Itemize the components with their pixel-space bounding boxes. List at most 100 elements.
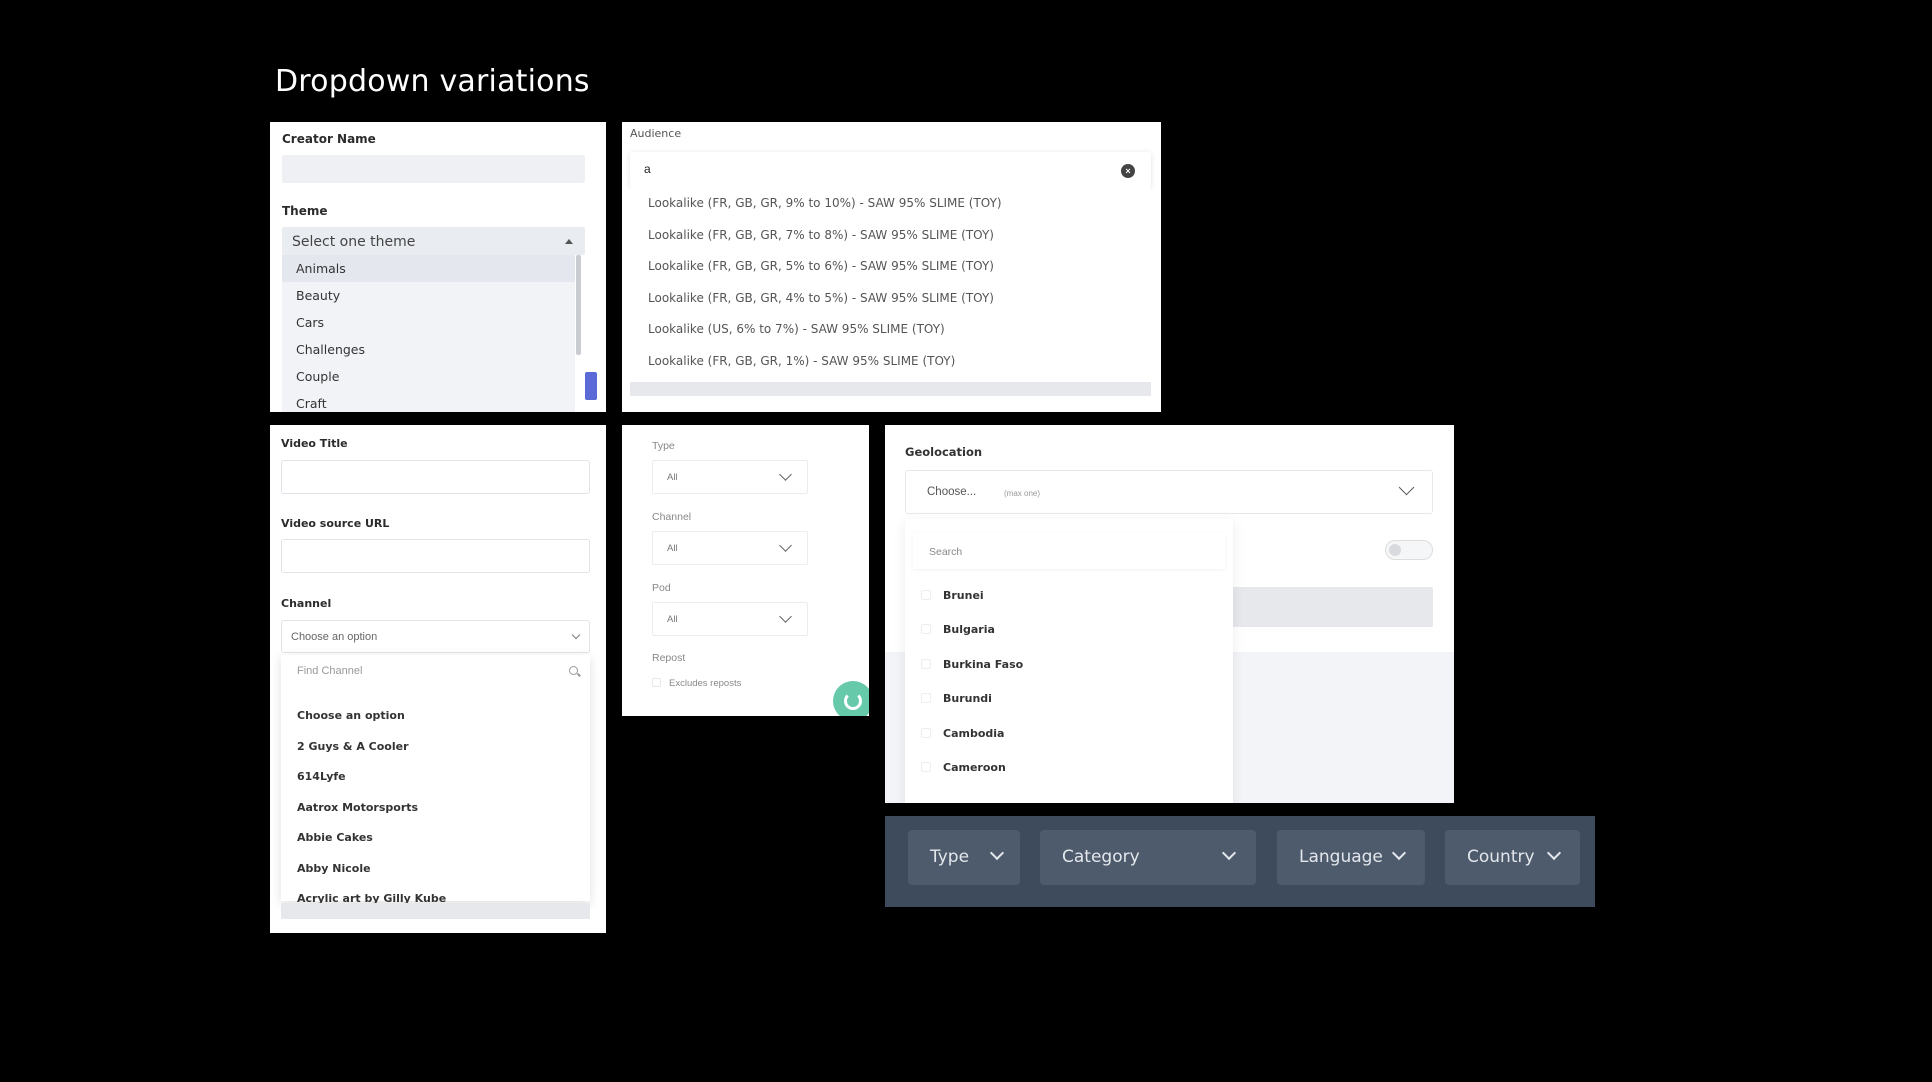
channel-option[interactable]: Choose an option (281, 701, 590, 732)
type-select[interactable]: All (652, 460, 808, 494)
type-dropdown-label: Type (930, 847, 970, 867)
country-dropdown-label: Country (1467, 847, 1535, 867)
type-label: Type (652, 440, 675, 452)
video-source-label: Video source URL (281, 517, 390, 530)
chevron-down-icon (1391, 845, 1407, 861)
chevron-down-icon (1546, 845, 1562, 861)
geolocation-panel: Geolocation Choose... (max one) Search B… (885, 425, 1454, 803)
geolocation-label: Geolocation (905, 445, 983, 459)
channel-label: Channel (281, 597, 332, 610)
checkbox[interactable] (921, 728, 931, 738)
audience-search-value: a (644, 162, 651, 176)
theme-select[interactable]: Select one theme (282, 227, 585, 255)
theme-option[interactable]: Craft (282, 390, 575, 412)
help-bubble-glyph (844, 692, 862, 710)
type-value: All (667, 472, 678, 483)
audience-label: Audience (630, 127, 682, 140)
country-dropdown[interactable]: Country (1445, 830, 1580, 885)
pod-label: Pod (652, 582, 671, 594)
side-handle[interactable] (585, 372, 597, 400)
scrollbar-thumb[interactable] (576, 255, 581, 355)
theme-option[interactable]: Animals (282, 255, 575, 282)
repost-option-label: Excludes reposts (669, 678, 742, 689)
channel-select[interactable]: Choose an option (281, 620, 590, 653)
channel-option[interactable]: Aatrox Motorsports (281, 793, 590, 824)
toggle-switch[interactable] (1385, 540, 1433, 560)
checkbox[interactable] (921, 590, 931, 600)
theme-option[interactable]: Cars (282, 309, 575, 336)
country-option-label: Brunei (943, 589, 984, 602)
channel-option[interactable]: Abby Nicole (281, 854, 590, 885)
language-dropdown-label: Language (1299, 847, 1383, 867)
geolocation-select[interactable]: Choose... (max one) (905, 470, 1433, 514)
audience-option[interactable]: Lookalike (FR, GB, GR, 1%) - SAW 95% SLI… (630, 346, 1151, 378)
background-field (1225, 587, 1433, 627)
pod-value: All (667, 614, 678, 625)
video-panel: Video Title Video source URL Channel Cho… (270, 425, 606, 933)
video-source-input[interactable] (281, 539, 590, 573)
country-search-input[interactable]: Search (913, 533, 1225, 569)
search-icon (569, 666, 578, 675)
channel-option[interactable]: 2 Guys & A Cooler (281, 732, 590, 763)
country-option-label: Cameroon (943, 761, 1006, 774)
theme-label: Theme (282, 204, 328, 218)
country-option-label: Cambodia (943, 727, 1005, 740)
theme-option[interactable]: Beauty (282, 282, 575, 309)
chevron-down-icon (989, 845, 1005, 861)
channel-filter-label: Channel (652, 511, 692, 523)
checkbox[interactable] (921, 624, 931, 634)
caret-up-icon (565, 239, 573, 244)
geolocation-hint: (max one) (1004, 489, 1041, 498)
find-channel-input[interactable]: Find Channel (297, 665, 362, 677)
theme-options-list: Animals Beauty Cars Challenges Couple Cr… (282, 255, 575, 412)
chevron-down-icon (779, 610, 792, 623)
country-option-label: Bulgaria (943, 623, 995, 636)
video-title-label: Video Title (281, 437, 348, 450)
filter-panel: Type All Channel All Pod All Repost Excl… (622, 425, 869, 716)
channel-filter-select[interactable]: All (652, 531, 808, 565)
channel-filter-value: All (667, 543, 678, 554)
checkbox[interactable] (921, 762, 931, 772)
chevron-down-icon (571, 630, 581, 640)
checkbox[interactable] (921, 659, 931, 669)
type-dropdown[interactable]: Type (908, 830, 1020, 885)
audience-option[interactable]: Lookalike (FR, GB, GR, 4% to 5%) - SAW 9… (630, 283, 1151, 315)
category-dropdown[interactable]: Category (1040, 830, 1256, 885)
chevron-down-icon (1398, 479, 1415, 496)
theme-select-placeholder: Select one theme (292, 234, 416, 250)
audience-search-input[interactable]: a × (630, 152, 1151, 188)
audience-option[interactable]: Lookalike (FR, GB, GR, 5% to 6%) - SAW 9… (630, 251, 1151, 283)
pod-select[interactable]: All (652, 602, 808, 636)
repost-label: Repost (652, 652, 686, 664)
audience-panel: Audience a × Lookalike (FR, GB, GR, 9% t… (622, 122, 1161, 412)
video-title-input[interactable] (281, 460, 590, 494)
clear-icon[interactable]: × (1121, 164, 1135, 178)
audience-option[interactable]: Lookalike (FR, GB, GR, 9% to 10%) - SAW … (630, 188, 1151, 220)
chevron-down-icon (779, 539, 792, 552)
page-title: Dropdown variations (275, 64, 590, 99)
theme-option[interactable]: Challenges (282, 336, 575, 363)
audience-option[interactable]: Lookalike (FR, GB, GR, 7% to 8%) - SAW 9… (630, 220, 1151, 252)
country-option-label: Burkina Faso (943, 658, 1024, 671)
geolocation-placeholder: Choose... (927, 486, 977, 498)
creator-name-input[interactable] (282, 155, 585, 183)
dark-filter-bar: Type Category Language Country (885, 816, 1595, 907)
country-option-label: Burundi (943, 692, 992, 705)
audience-options-list: Lookalike (FR, GB, GR, 9% to 10%) - SAW … (630, 188, 1151, 396)
field-below (281, 903, 590, 919)
creator-theme-panel: Creator Name Theme Select one theme Anim… (270, 122, 606, 412)
checkbox[interactable] (921, 693, 931, 703)
language-dropdown[interactable]: Language (1277, 830, 1425, 885)
theme-option[interactable]: Couple (282, 363, 575, 390)
channel-select-placeholder: Choose an option (291, 631, 378, 643)
repost-checkbox[interactable] (652, 678, 661, 687)
chevron-down-icon (779, 468, 792, 481)
channel-option[interactable]: 614Lyfe (281, 762, 590, 793)
channel-option[interactable]: Abbie Cakes (281, 823, 590, 854)
creator-name-label: Creator Name (282, 132, 376, 146)
list-footer (630, 382, 1151, 396)
audience-option[interactable]: Lookalike (US, 6% to 7%) - SAW 95% SLIME… (630, 314, 1151, 346)
channel-dropdown: Find Channel Choose an option 2 Guys & A… (281, 655, 590, 905)
country-search-placeholder: Search (929, 546, 963, 558)
category-dropdown-label: Category (1062, 847, 1140, 867)
